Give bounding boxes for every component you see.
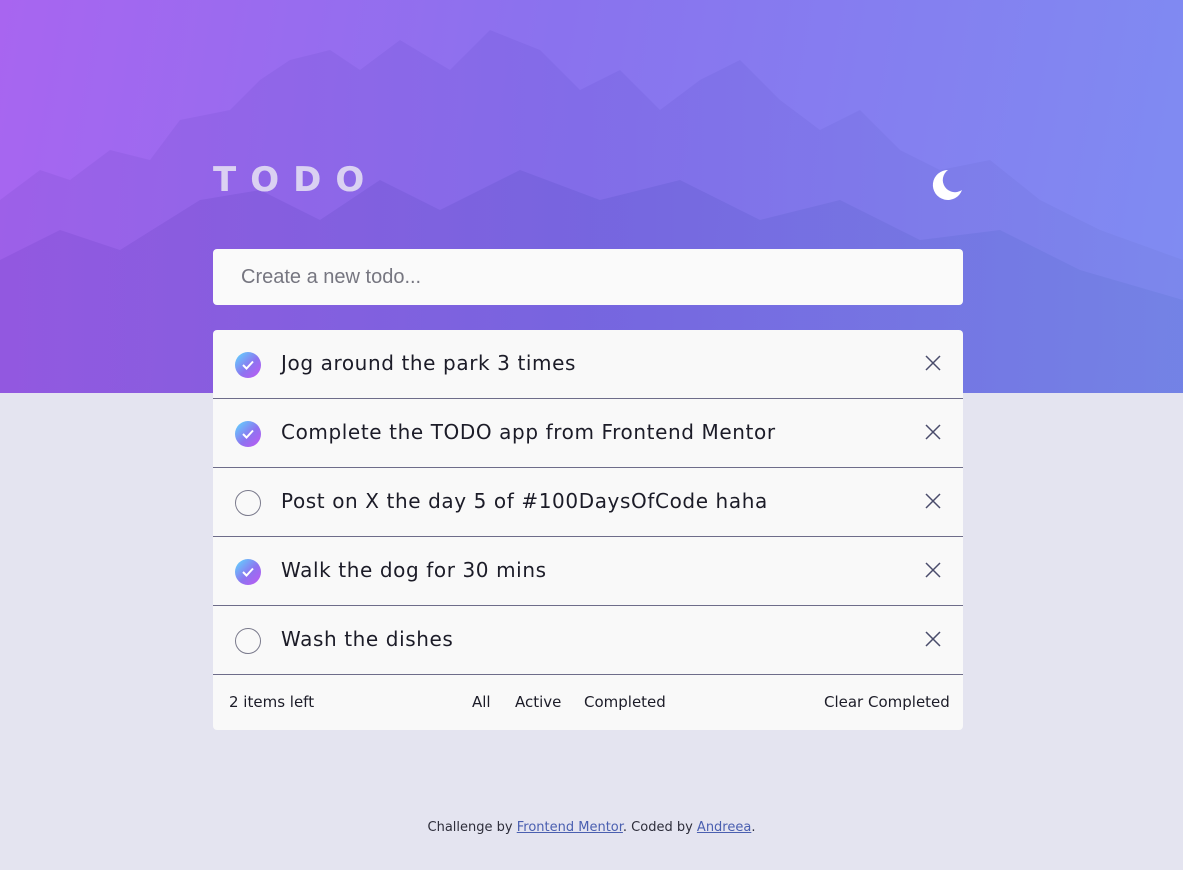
todo-text[interactable]: Wash the dishes: [281, 606, 453, 672]
todo-list: Jog around the park 3 times Complete the…: [213, 330, 963, 675]
todo-text[interactable]: Complete the TODO app from Frontend Ment…: [281, 399, 776, 465]
attribution-prefix: Challenge by: [427, 820, 517, 835]
checkmark-icon: [242, 567, 254, 577]
close-icon: [925, 493, 941, 509]
todo-item: Complete the TODO app from Frontend Ment…: [213, 399, 963, 468]
close-icon: [925, 631, 941, 647]
attribution: Challenge by Frontend Mentor. Coded by A…: [0, 820, 1183, 835]
delete-todo-button[interactable]: [925, 355, 941, 371]
clear-completed-button[interactable]: Clear Completed: [824, 693, 950, 711]
app-title: TODO: [213, 160, 379, 200]
todo-checkbox-checked[interactable]: [235, 421, 261, 447]
new-todo-field[interactable]: [213, 249, 963, 305]
close-icon: [925, 424, 941, 440]
delete-todo-button[interactable]: [925, 424, 941, 440]
todo-item: Wash the dishes: [213, 606, 963, 675]
theme-toggle-button[interactable]: [926, 166, 964, 204]
delete-todo-button[interactable]: [925, 562, 941, 578]
todo-item: Walk the dog for 30 mins: [213, 537, 963, 606]
filter-all-button[interactable]: All: [472, 693, 491, 711]
todo-checkbox[interactable]: [235, 628, 261, 654]
moon-icon: [932, 169, 962, 200]
todo-item: Jog around the park 3 times: [213, 330, 963, 399]
frontend-mentor-link[interactable]: Frontend Mentor: [517, 820, 623, 835]
close-icon: [925, 355, 941, 371]
delete-todo-button[interactable]: [925, 493, 941, 509]
author-link[interactable]: Andreea: [697, 820, 751, 835]
close-icon: [925, 562, 941, 578]
todo-text[interactable]: Walk the dog for 30 mins: [281, 537, 547, 603]
items-left-count: 2 items left: [229, 693, 315, 711]
todo-item: Post on X the day 5 of #100DaysOfCode ha…: [213, 468, 963, 537]
todo-checkbox[interactable]: [235, 490, 261, 516]
checkmark-icon: [242, 429, 254, 439]
attribution-middle: . Coded by: [622, 820, 697, 835]
checkmark-icon: [242, 360, 254, 370]
filter-active-button[interactable]: Active: [515, 693, 561, 711]
delete-todo-button[interactable]: [925, 631, 941, 647]
attribution-suffix: .: [751, 820, 756, 835]
filter-completed-button[interactable]: Completed: [584, 693, 666, 711]
todo-footer: 2 items left All Active Completed Clear …: [213, 675, 963, 730]
todo-checkbox-checked[interactable]: [235, 559, 261, 585]
todo-checkbox-checked[interactable]: [235, 352, 261, 378]
new-todo-input[interactable]: [241, 249, 941, 305]
todo-text[interactable]: Jog around the park 3 times: [281, 330, 576, 396]
todo-text[interactable]: Post on X the day 5 of #100DaysOfCode ha…: [281, 468, 768, 534]
